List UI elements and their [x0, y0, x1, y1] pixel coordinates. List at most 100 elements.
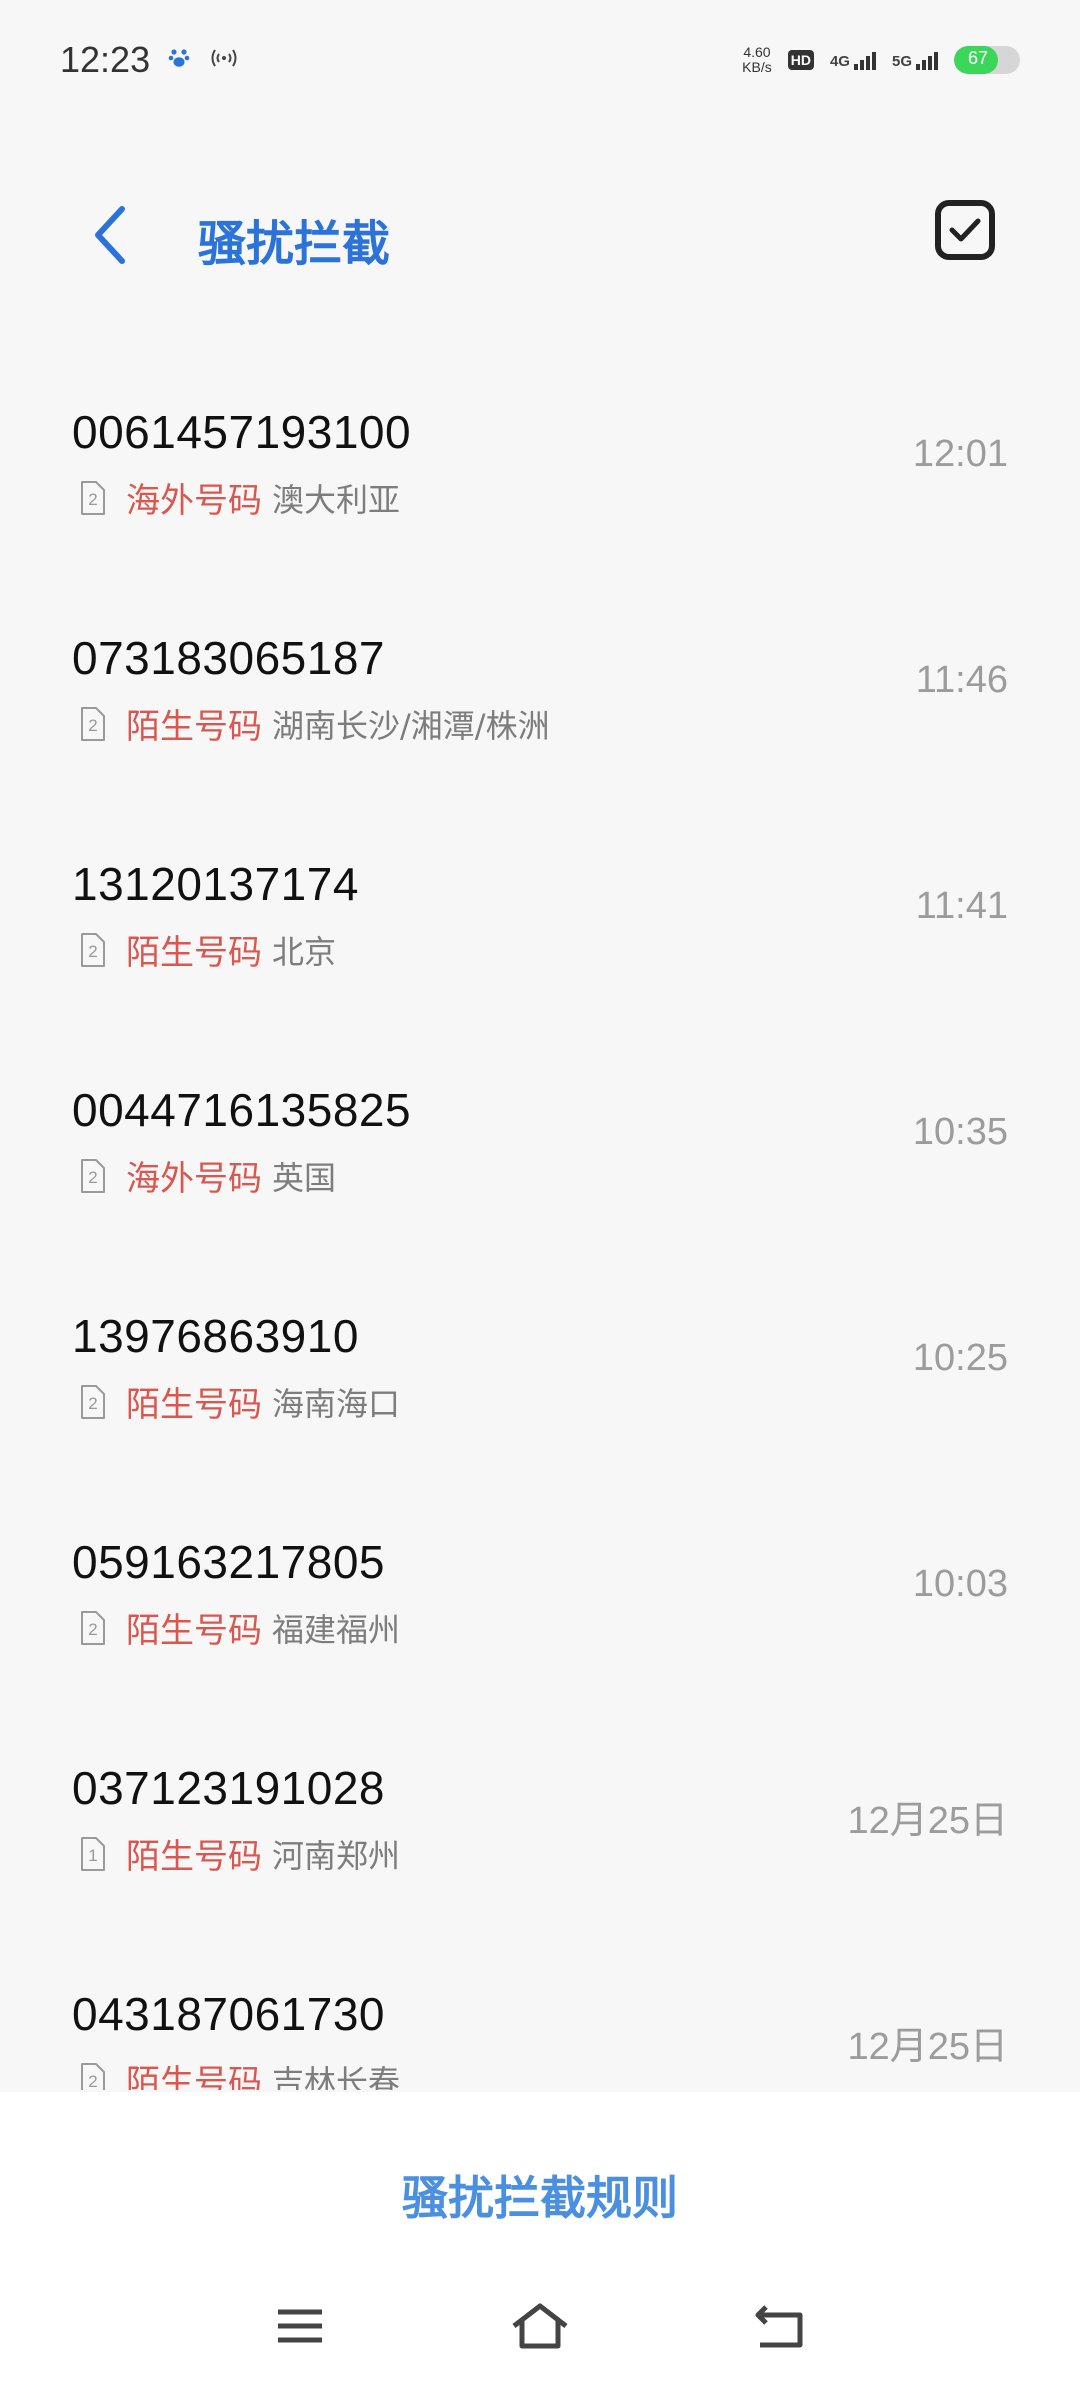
- battery-level: 67: [968, 48, 989, 68]
- hotspot-icon: [208, 44, 240, 76]
- call-list-item[interactable]: 13976863910 2 陌生号码 海南海口 10:25: [0, 1249, 1080, 1475]
- sim-slot-number: 2: [88, 1620, 97, 1639]
- net-speed: 4.60 KB/s: [742, 45, 772, 75]
- sim-slot-number: 1: [88, 1846, 97, 1865]
- call-time: 11:46: [915, 659, 1008, 701]
- sim-card-icon: 2: [81, 480, 105, 515]
- checkbox-icon: [935, 200, 995, 260]
- status-left: 12:23: [60, 39, 240, 81]
- call-location: 澳大利亚: [272, 480, 401, 519]
- status-bar: 12:23 4.60 KB/s HD 4G 5G 67: [0, 0, 1080, 120]
- call-details: 2 海外号码 英国: [78, 1151, 336, 1200]
- call-number: 13976863910: [72, 1310, 359, 1362]
- net-speed-unit: KB/s: [742, 59, 772, 75]
- blocked-call-list[interactable]: 0061457193100 2 海外号码 澳大利亚 12:01 073183065187 2…: [0, 345, 1080, 2090]
- sim-slot-number: 2: [88, 1394, 97, 1413]
- sim-slot-number: 2: [88, 490, 97, 509]
- sim-slot-number: 2: [88, 2072, 97, 2091]
- call-list-item[interactable]: 13120137174 2 陌生号码 北京 11:41: [0, 797, 1080, 1023]
- hd-label: HD: [787, 50, 814, 70]
- call-time: 12:01: [912, 433, 1008, 475]
- signal-bars-icon: [853, 50, 876, 70]
- sim-card-icon: 2: [81, 1610, 105, 1645]
- select-button[interactable]: [932, 197, 998, 263]
- paw-icon: [168, 47, 190, 73]
- call-time: 10:25: [912, 1337, 1008, 1379]
- sim-card-icon: 2: [81, 706, 105, 741]
- call-list-item[interactable]: 073183065187 2 陌生号码 湖南长沙/湘潭/株洲 11:46: [0, 571, 1080, 797]
- sim-slot-number: 2: [88, 1168, 97, 1187]
- call-details: 2 陌生号码 海南海口: [78, 1377, 400, 1426]
- call-number: 0061457193100: [72, 406, 412, 458]
- call-time: 12月25日: [847, 1800, 1008, 1842]
- status-right: 4.60 KB/s HD 4G 5G 67: [742, 45, 1020, 75]
- call-tag: 陌生号码: [126, 707, 262, 747]
- net-speed-value: 4.60: [743, 44, 771, 60]
- screen: 12:23 4.60 KB/s HD 4G 5G 67 骚扰拦截 0061457…: [0, 0, 1080, 2400]
- call-details: 2 陌生号码 吉林长春: [78, 2055, 400, 2090]
- home-icon: [512, 2303, 568, 2349]
- call-location: 海南海口: [272, 1384, 401, 1423]
- call-number: 0044716135825: [72, 1084, 412, 1136]
- call-tag: 海外号码: [126, 1159, 262, 1199]
- call-number: 043187061730: [72, 1988, 385, 2040]
- sim-card-icon: 1: [81, 1836, 105, 1871]
- back-button[interactable]: [78, 200, 142, 270]
- call-tag: 陌生号码: [126, 933, 262, 973]
- call-tag: 陌生号码: [126, 1837, 262, 1877]
- call-details: 1 陌生号码 河南郑州: [78, 1829, 400, 1878]
- call-list-item[interactable]: 0061457193100 2 海外号码 澳大利亚 12:01: [0, 345, 1080, 571]
- app-header: 骚扰拦截: [0, 170, 1080, 300]
- call-number: 073183065187: [72, 632, 385, 684]
- sim-card-icon: 2: [81, 1384, 105, 1419]
- call-location: 英国: [272, 1158, 337, 1197]
- sim2-network-label: 5G: [891, 53, 912, 70]
- sim-card-icon: 2: [81, 1158, 105, 1193]
- call-tag: 海外号码: [126, 481, 262, 521]
- call-time: 10:35: [912, 1111, 1008, 1153]
- call-location: 湖南长沙/湘潭/株洲: [272, 706, 550, 745]
- call-location: 福建福州: [272, 1610, 401, 1649]
- call-location: 北京: [272, 932, 337, 971]
- call-time: 10:03: [912, 1563, 1008, 1605]
- call-location: 吉林长春: [272, 2062, 401, 2091]
- call-tag: 陌生号码: [126, 1611, 262, 1651]
- call-list-item[interactable]: 043187061730 2 陌生号码 吉林长春 12月25日: [0, 1927, 1080, 2090]
- back-nav-button[interactable]: [748, 2296, 812, 2356]
- navigation-bar: [0, 2292, 1080, 2362]
- call-tag: 陌生号码: [126, 1385, 262, 1425]
- bottom-panel: 骚扰拦截规则: [0, 2092, 1080, 2400]
- menu-icon: [278, 2309, 322, 2343]
- sim2-signal: 5G: [892, 50, 938, 70]
- sim1-network-label: 4G: [829, 53, 850, 70]
- call-number: 059163217805: [72, 1536, 385, 1588]
- call-number: 037123191028: [72, 1762, 385, 1814]
- block-rules-button[interactable]: 骚扰拦截规则: [0, 2162, 1080, 2228]
- call-time: 12月25日: [847, 2026, 1008, 2068]
- call-details: 2 陌生号码 湖南长沙/湘潭/株洲: [78, 699, 550, 748]
- battery-indicator: 67: [954, 46, 1020, 74]
- chevron-left-icon: [95, 206, 125, 264]
- page-title: 骚扰拦截: [198, 216, 391, 272]
- call-list-item[interactable]: 059163217805 2 陌生号码 福建福州 10:03: [0, 1475, 1080, 1701]
- signal-bars-icon: [916, 50, 938, 70]
- sim-card-icon: 2: [81, 2062, 105, 2091]
- home-button[interactable]: [508, 2296, 572, 2356]
- call-details: 2 陌生号码 福建福州: [78, 1603, 400, 1652]
- call-list-item[interactable]: 037123191028 1 陌生号码 河南郑州 12月25日: [0, 1701, 1080, 1927]
- sim-slot-number: 2: [88, 942, 97, 961]
- call-details: 2 海外号码 澳大利亚: [78, 473, 400, 522]
- call-number: 13120137174: [72, 858, 359, 910]
- sim1-signal: 4G: [830, 50, 876, 70]
- hd-badge: HD: [787, 50, 814, 70]
- menu-button[interactable]: [268, 2296, 332, 2356]
- call-tag: 陌生号码: [126, 2063, 262, 2090]
- call-details: 2 陌生号码 北京: [78, 925, 336, 974]
- back-icon: [755, 2305, 803, 2348]
- call-time: 11:41: [915, 885, 1008, 927]
- status-time: 12:23: [60, 39, 151, 80]
- sim-card-icon: 2: [81, 932, 105, 967]
- sim-slot-number: 2: [88, 716, 97, 735]
- call-location: 河南郑州: [272, 1836, 401, 1875]
- call-list-item[interactable]: 0044716135825 2 海外号码 英国 10:35: [0, 1023, 1080, 1249]
